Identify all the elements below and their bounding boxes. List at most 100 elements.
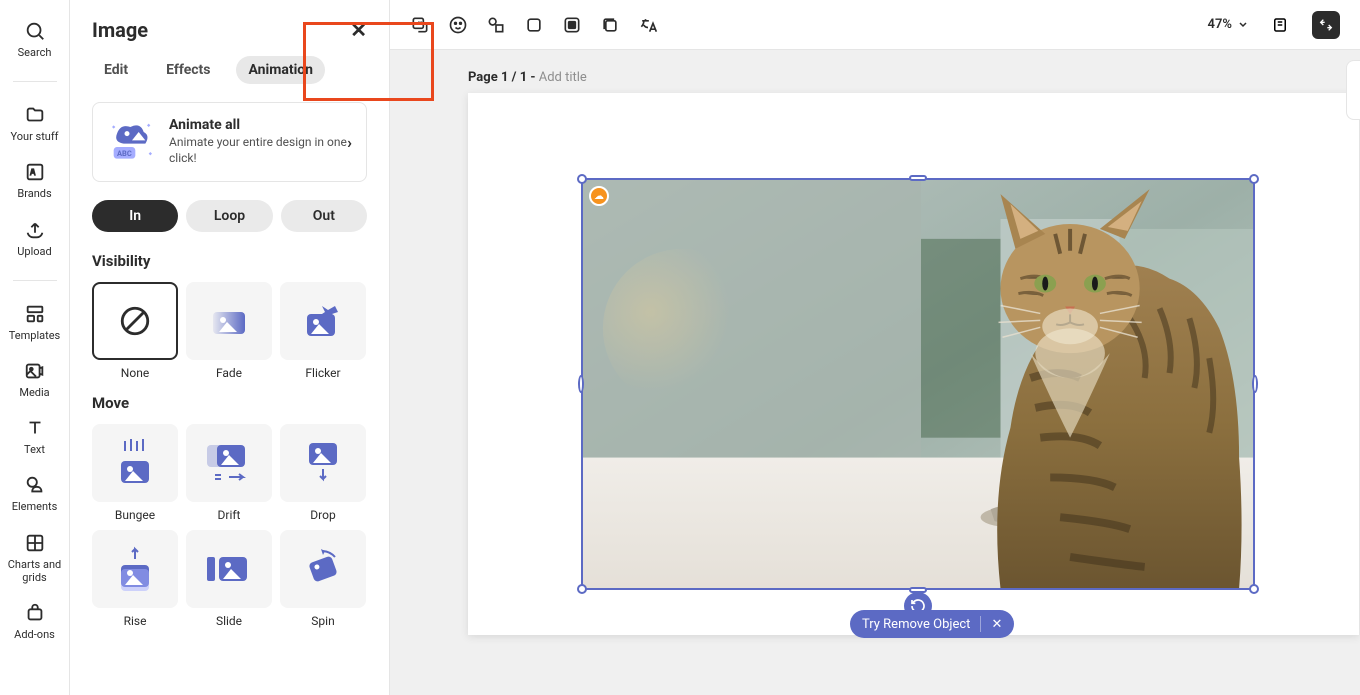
- page-title-placeholder: Add title: [539, 70, 587, 85]
- face-icon[interactable]: [448, 15, 468, 35]
- translate-icon[interactable]: [638, 15, 658, 35]
- drop-icon: [303, 439, 343, 487]
- rail-elements[interactable]: Elements: [4, 474, 66, 513]
- rail-label: Upload: [17, 245, 51, 258]
- anim-drift[interactable]: [186, 424, 272, 502]
- anim-label: Rise: [124, 614, 147, 628]
- svg-text:ABC: ABC: [117, 149, 132, 158]
- tab-edit[interactable]: Edit: [92, 56, 140, 84]
- tab-effects[interactable]: Effects: [154, 56, 222, 84]
- zoom-control[interactable]: 47%: [1208, 17, 1248, 32]
- anim-slide[interactable]: [186, 530, 272, 608]
- try-remove-object[interactable]: Try Remove Object ✕: [850, 610, 1014, 638]
- upload-icon: [24, 219, 46, 241]
- left-rail: Search Your stuff Brands Upload Template…: [0, 0, 70, 695]
- rail-templates[interactable]: Templates: [4, 303, 66, 342]
- rail-label: Brands: [17, 187, 51, 200]
- anim-rise[interactable]: [92, 530, 178, 608]
- resize-handle-mr[interactable]: [1252, 375, 1258, 393]
- dir-tab-loop[interactable]: Loop: [186, 200, 272, 232]
- rail-media[interactable]: Media: [4, 360, 66, 399]
- animate-all-title: Animate all: [169, 117, 352, 133]
- drift-icon: [205, 439, 253, 487]
- resize-handle-tm[interactable]: [909, 175, 927, 181]
- elements-icon: [24, 474, 46, 496]
- section-move: Move: [92, 394, 367, 412]
- close-icon[interactable]: ✕: [350, 18, 367, 42]
- rail-stuff[interactable]: Your stuff: [4, 104, 66, 143]
- anim-flicker[interactable]: [280, 282, 366, 360]
- rail-addons[interactable]: Add-ons: [4, 602, 66, 641]
- anim-label: Slide: [216, 614, 242, 628]
- rail-label: Elements: [12, 500, 58, 513]
- square-outline-icon[interactable]: [524, 15, 544, 35]
- anim-label: Drop: [310, 508, 335, 522]
- fade-icon: [209, 304, 249, 338]
- bungee-icon: [113, 437, 157, 489]
- none-icon: [118, 304, 152, 338]
- canvas-toolbar: 47%: [390, 0, 1360, 50]
- resize-handle-tl[interactable]: [577, 174, 587, 184]
- anim-none[interactable]: [92, 282, 178, 360]
- cloud-sync-icon[interactable]: ☁: [589, 186, 609, 206]
- anim-label: Drift: [218, 508, 241, 522]
- shapes-icon[interactable]: [486, 15, 506, 35]
- text-icon: [24, 417, 46, 439]
- resize-handle-br[interactable]: [1249, 584, 1259, 594]
- anim-fade[interactable]: [186, 282, 272, 360]
- animate-all-card[interactable]: ABC Animate all Animate your entire desi…: [92, 102, 367, 182]
- rail-label: Templates: [9, 329, 60, 342]
- slide-icon: [205, 549, 253, 589]
- rail-label: Add-ons: [14, 628, 55, 641]
- close-icon[interactable]: ✕: [991, 617, 1002, 632]
- page-info[interactable]: Page 1 / 1 - Add title: [468, 70, 587, 85]
- page-number: Page 1 / 1 -: [468, 70, 539, 85]
- anim-bungee[interactable]: [92, 424, 178, 502]
- expand-icon[interactable]: [1312, 11, 1340, 39]
- rail-upload[interactable]: Upload: [4, 219, 66, 258]
- panel-toggle[interactable]: [1346, 60, 1360, 120]
- anim-label: Flicker: [305, 366, 340, 380]
- resize-handle-bl[interactable]: [577, 584, 587, 594]
- square-filled-icon[interactable]: [562, 15, 582, 35]
- tab-animation[interactable]: Animation: [236, 56, 325, 84]
- charts-icon: [24, 532, 46, 554]
- resize-handle-ml[interactable]: [578, 375, 584, 393]
- panel-tabs: Edit Effects Animation: [92, 56, 367, 84]
- rail-charts[interactable]: Charts and grids: [4, 532, 66, 584]
- animate-all-sub: Animate your entire design in one click!: [169, 135, 352, 166]
- chevron-right-icon: ›: [347, 133, 352, 152]
- anim-label: None: [121, 366, 149, 380]
- anim-label: Bungee: [115, 508, 155, 522]
- section-visibility: Visibility: [92, 252, 367, 270]
- canvas-area: 47% Page 1 / 1 - Add title: [390, 0, 1360, 695]
- dir-tab-in[interactable]: In: [92, 200, 178, 232]
- selection-frame[interactable]: ☁: [581, 178, 1255, 590]
- rail-label: Your stuff: [10, 130, 58, 143]
- rail-text[interactable]: Text: [4, 417, 66, 456]
- resize-handle-tr[interactable]: [1249, 174, 1259, 184]
- spin-icon: [299, 545, 347, 593]
- rail-brands[interactable]: Brands: [4, 161, 66, 200]
- layers-icon[interactable]: [600, 15, 620, 35]
- anim-label: Fade: [216, 366, 242, 380]
- chevron-down-icon: [1238, 20, 1248, 30]
- anim-label: Spin: [311, 614, 334, 628]
- dir-tab-out[interactable]: Out: [281, 200, 367, 232]
- action-label: Try Remove Object: [862, 617, 970, 632]
- rail-label: Media: [19, 386, 49, 399]
- page-view-icon[interactable]: [1266, 11, 1294, 39]
- anim-drop[interactable]: [280, 424, 366, 502]
- zoom-value: 47%: [1208, 17, 1232, 32]
- anim-spin[interactable]: [280, 530, 366, 608]
- artboard[interactable]: ☁: [468, 93, 1359, 635]
- addons-icon: [24, 602, 46, 624]
- search-icon: [24, 20, 46, 42]
- page-title: Image: [92, 18, 148, 42]
- folder-icon: [24, 104, 46, 126]
- media-icon: [24, 360, 46, 382]
- replace-icon[interactable]: [410, 15, 430, 35]
- rise-icon: [115, 545, 155, 593]
- templates-icon: [24, 303, 46, 325]
- rail-search[interactable]: Search: [4, 20, 66, 59]
